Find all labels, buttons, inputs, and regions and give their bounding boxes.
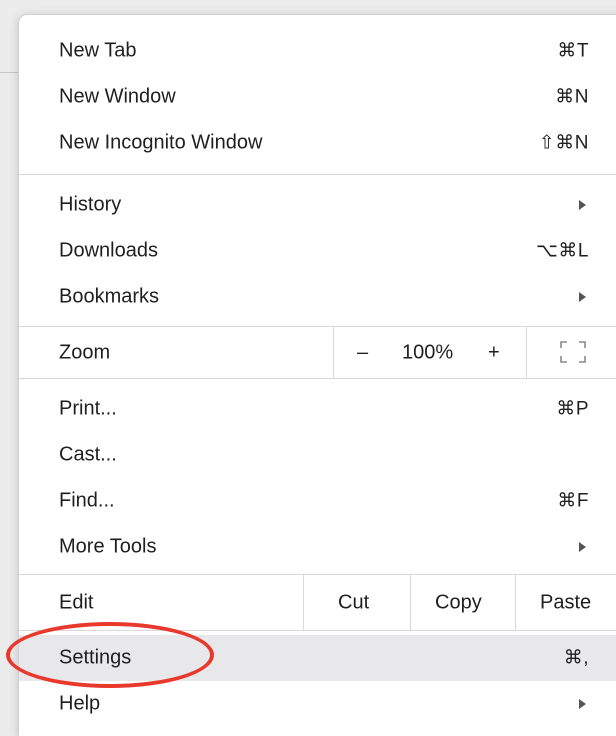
menu-item-label: New Incognito Window [59,131,263,154]
menu-item-label: Settings [59,646,132,669]
zoom-level: 100% [402,341,454,363]
menu-item-label: More Tools [59,535,157,558]
menu-item-shortcut: ⌘T [557,40,589,62]
chrome-app-menu: New Tab ⌘T New Window ⌘N New Incognito W… [18,14,616,736]
menu-item-print[interactable]: Print... ⌘P [19,386,616,432]
menu-item-cast[interactable]: Cast... [19,432,616,478]
menu-separator [19,630,616,631]
menu-item-shortcut: ⇧⌘N [538,132,589,154]
zoom-divider [333,327,334,378]
fullscreen-icon[interactable] [560,341,586,363]
menu-item-find[interactable]: Find... ⌘F [19,478,616,524]
menu-item-settings[interactable]: Settings ⌘, [19,635,616,681]
menu-item-shortcut: ⌥⌘L [536,240,589,262]
menu-row-edit: Edit Cut Copy Paste [19,575,616,630]
copy-button[interactable]: Copy [435,591,482,614]
submenu-arrow-icon [579,699,586,709]
edit-label: Edit [59,591,94,613]
menu-item-help[interactable]: Help [19,681,616,727]
menu-item-label: New Window [59,85,176,108]
menu-item-label: Help [59,692,101,715]
submenu-arrow-icon [579,292,586,302]
menu-item-new-window[interactable]: New Window ⌘N [19,74,616,120]
zoom-label: Zoom [59,341,111,363]
menu-item-bookmarks[interactable]: Bookmarks [19,274,616,320]
menu-item-more-tools[interactable]: More Tools [19,524,616,570]
menu-item-new-incognito-window[interactable]: New Incognito Window ⇧⌘N [19,120,616,166]
menu-item-history[interactable]: History [19,182,616,228]
menu-item-label: Downloads [59,239,158,262]
menu-item-label: Bookmarks [59,285,160,308]
paste-button[interactable]: Paste [540,591,591,614]
menu-item-label: Print... [59,397,117,420]
edit-divider [410,575,411,630]
submenu-arrow-icon [579,542,586,552]
menu-separator [19,174,616,175]
menu-item-downloads[interactable]: Downloads ⌥⌘L [19,228,616,274]
submenu-arrow-icon [579,200,586,210]
edit-divider [303,575,304,630]
menu-item-new-tab[interactable]: New Tab ⌘T [19,28,616,74]
menu-item-label: Find... [59,489,115,512]
menu-row-zoom: Zoom – 100% + [19,327,616,378]
menu-separator [19,378,616,379]
menu-item-shortcut: ⌘, [563,647,589,669]
zoom-in-button[interactable]: + [488,341,500,364]
menu-item-label: Cast... [59,443,117,466]
menu-item-shortcut: ⌘N [555,86,589,108]
edit-divider [515,575,516,630]
zoom-out-button[interactable]: – [357,341,368,364]
zoom-divider [526,327,527,378]
menu-item-label: History [59,193,122,216]
menu-item-label: New Tab [59,39,137,62]
menu-item-shortcut: ⌘P [556,398,589,420]
menu-item-shortcut: ⌘F [557,490,589,512]
cut-button[interactable]: Cut [338,591,369,614]
